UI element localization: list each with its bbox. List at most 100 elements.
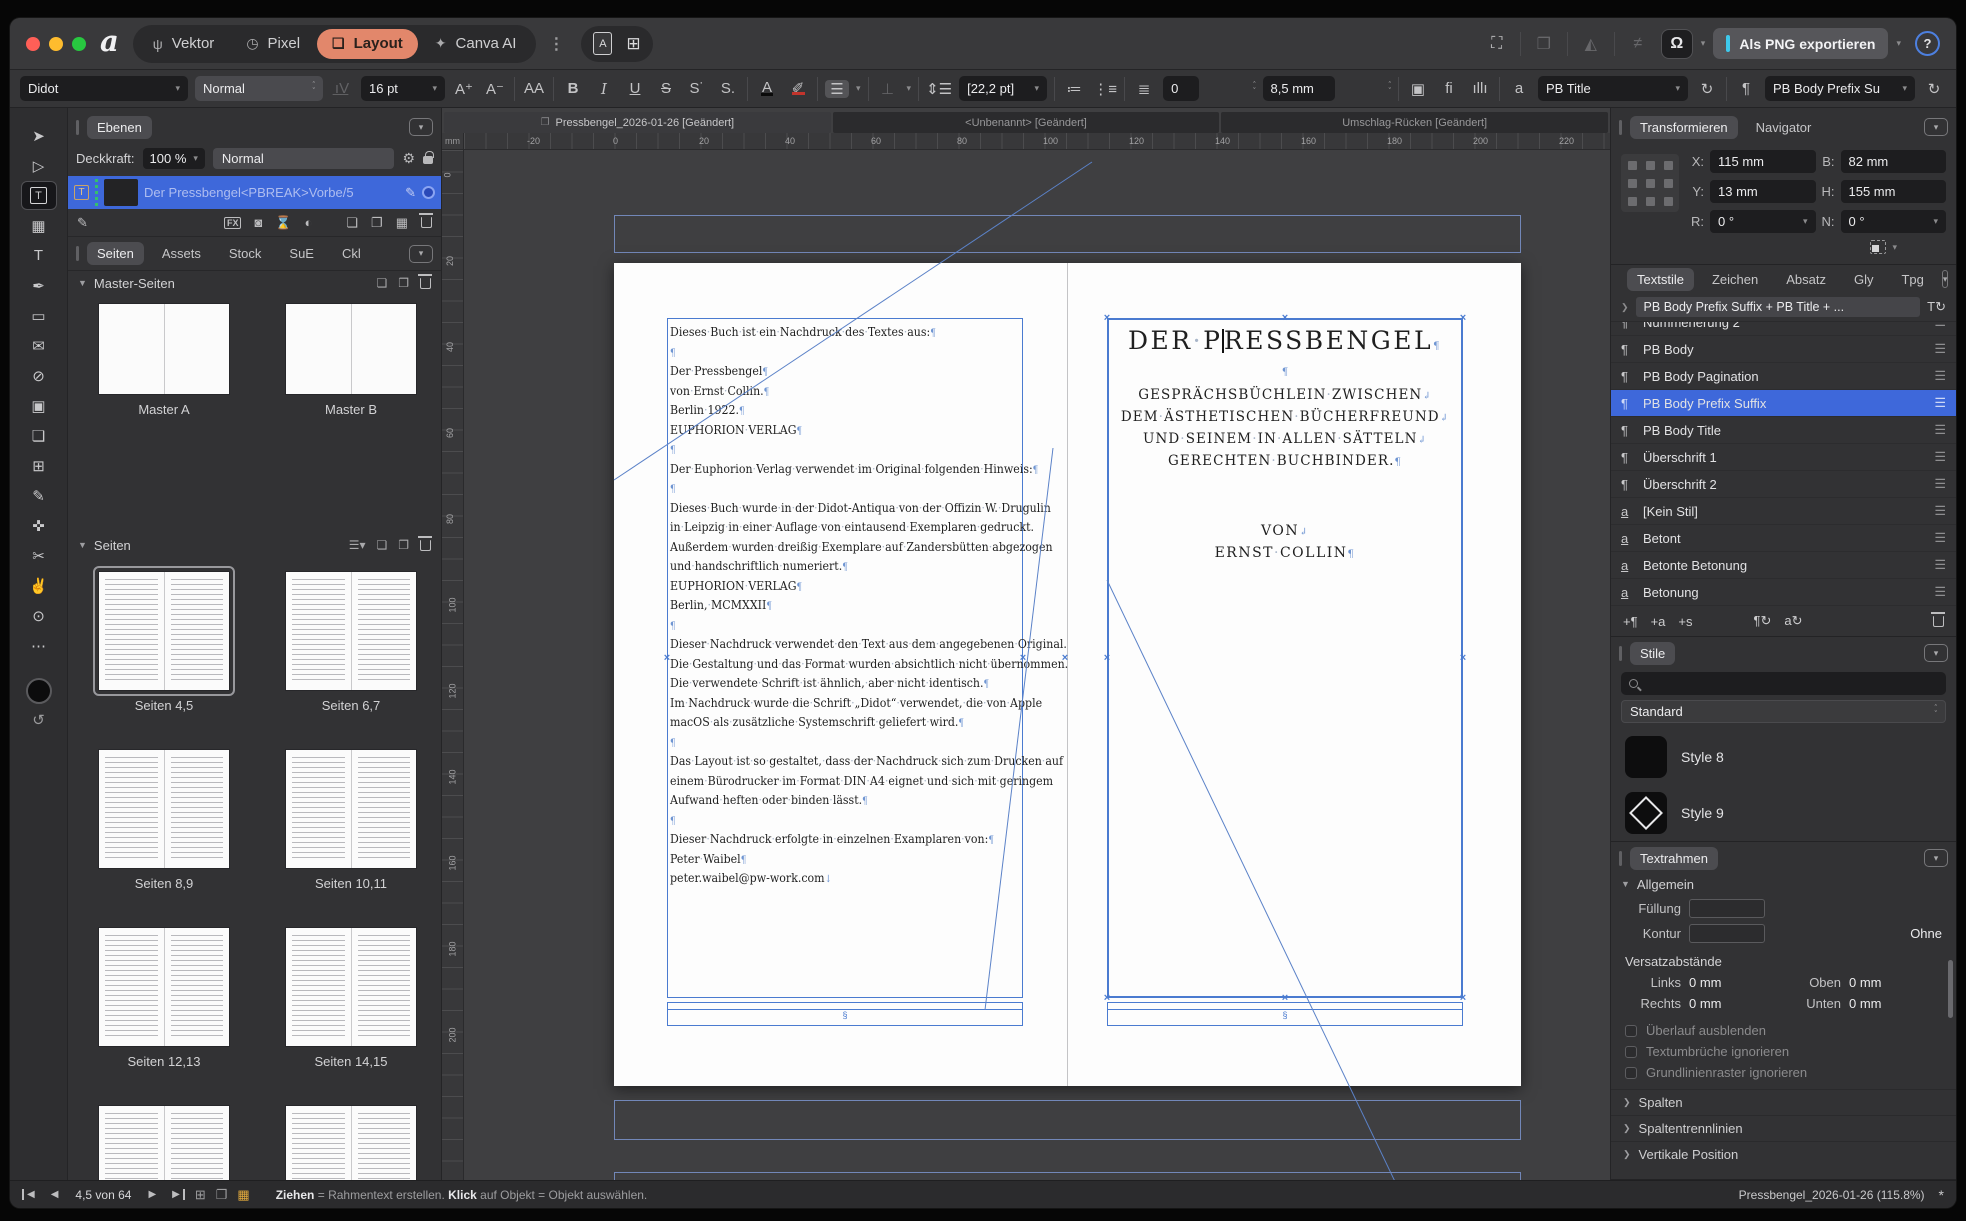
- more-tools[interactable]: ⋯: [22, 632, 56, 659]
- width-input[interactable]: 82 mm: [1841, 150, 1947, 173]
- table-tool[interactable]: ▦: [22, 212, 56, 239]
- histogram-icon[interactable]: ıllı: [1468, 80, 1492, 97]
- style-row-betont[interactable]: aBetont☰: [1611, 525, 1956, 552]
- style-row-pb-body-prefix-suffix[interactable]: ¶PB Body Prefix Suffix☰: [1611, 390, 1956, 417]
- document-tab[interactable]: Umschlag-Rücken [Geändert]: [1221, 112, 1608, 133]
- decrease-size-icon[interactable]: A⁻: [483, 80, 507, 98]
- style-row-menu-icon[interactable]: ☰: [1934, 584, 1946, 600]
- spread-view-icon[interactable]: ⊞: [195, 1187, 206, 1203]
- grid-view-icon[interactable]: ⊞: [626, 34, 640, 54]
- panel-tab-ckl[interactable]: Ckl: [332, 242, 371, 265]
- inset-input-unten[interactable]: 0 mm: [1849, 996, 1909, 1011]
- pin-tool[interactable]: ✜: [22, 512, 56, 539]
- document-tab[interactable]: <Unbenannt> [Geändert]: [833, 112, 1220, 133]
- style-row-überschrift-1[interactable]: ¶Überschrift 1☰: [1611, 444, 1956, 471]
- style-row-menu-icon[interactable]: ☰: [1934, 557, 1946, 573]
- persona-tab-canva-ai[interactable]: ✦Canva AI: [420, 29, 532, 59]
- style-row-überschrift-2[interactable]: ¶Überschrift 2☰: [1611, 471, 1956, 498]
- panel-tab-assets[interactable]: Assets: [152, 242, 211, 265]
- view-hand-tool[interactable]: ✌: [22, 572, 56, 599]
- strikethrough-icon[interactable]: S: [654, 80, 678, 97]
- page-thumb-Seiten 8,9[interactable]: Seiten 8,9: [98, 749, 230, 891]
- bullet-list-icon[interactable]: ≔: [1062, 80, 1086, 98]
- text-frame-panel-options-icon[interactable]: ▾: [1924, 849, 1948, 867]
- text-styles-tab-textstile[interactable]: Textstile: [1627, 268, 1694, 291]
- gutter-input[interactable]: 8,5 mm: [1263, 76, 1335, 101]
- left-page-text[interactable]: Dieses·Buch·ist·ein·Nachdruck·des·Textes…: [670, 322, 1024, 888]
- page-thumb-Seiten 14,15[interactable]: Seiten 14,15: [285, 927, 417, 1069]
- new-layer-icon[interactable]: ❏: [346, 215, 358, 231]
- delete-style-icon[interactable]: [1933, 616, 1944, 627]
- checkbox[interactable]: [1625, 1046, 1637, 1058]
- increase-size-icon[interactable]: A⁺: [452, 80, 476, 98]
- page-thumb-partial-7[interactable]: [285, 1105, 417, 1180]
- page-indicator[interactable]: 4,5 von 64: [75, 1188, 131, 1202]
- anchor-point-icon[interactable]: [1870, 240, 1886, 254]
- right-page-text[interactable]: DER·PRESSBENGEL¶ ¶ GESPRÄCHSBÜCHLEIN·ZWI…: [1107, 326, 1463, 564]
- height-input[interactable]: 155 mm: [1841, 180, 1947, 203]
- frame-handle[interactable]: ×: [1460, 994, 1466, 1002]
- frame-text-tool[interactable]: T: [22, 182, 56, 209]
- opacity-select[interactable]: 100 %▾: [143, 148, 205, 169]
- inset-input-links[interactable]: 0 mm: [1689, 975, 1749, 990]
- knife-tool[interactable]: ✂: [22, 542, 56, 569]
- last-page-button[interactable]: ▶: [169, 1189, 185, 1200]
- persona-tab-pixel[interactable]: ◷Pixel: [231, 29, 315, 59]
- zoom-tool[interactable]: ⊙: [22, 602, 56, 629]
- document-zoom-indicator[interactable]: Pressbengel_2026-01-26 (115.8%): [1739, 1188, 1925, 1202]
- snapping-chevron-icon[interactable]: ▾: [1701, 38, 1706, 49]
- cycle-colours-icon[interactable]: ↺: [32, 711, 45, 729]
- master-thumb-1[interactable]: Master A: [98, 303, 230, 417]
- pages-tool[interactable]: ❏: [22, 422, 56, 449]
- fill-colour-well[interactable]: [26, 678, 52, 704]
- highlighter-icon[interactable]: ✐: [786, 83, 810, 95]
- pages-panel-options-icon[interactable]: ▾: [409, 245, 433, 263]
- section-vertikale-position[interactable]: ❯Vertikale Position: [1611, 1141, 1956, 1167]
- move-tool[interactable]: ➤: [22, 122, 56, 149]
- transform-tab[interactable]: Transformieren: [1630, 116, 1738, 139]
- next-page-button[interactable]: ▶: [145, 1189, 159, 1200]
- paragraph-style-reset-icon[interactable]: ↻: [1922, 80, 1946, 98]
- text-frame-icon[interactable]: ▣: [1406, 80, 1430, 98]
- frame-handle[interactable]: ×: [1062, 654, 1068, 662]
- node-tool[interactable]: ▷: [22, 152, 56, 179]
- page-thumb-Seiten 12,13[interactable]: Seiten 12,13: [98, 927, 230, 1069]
- style-row-menu-icon[interactable]: ☰: [1934, 449, 1946, 465]
- delete-master-icon[interactable]: [420, 278, 431, 289]
- checkbox[interactable]: [1625, 1067, 1637, 1079]
- snapping-magnet-button[interactable]: Ω: [1661, 29, 1693, 59]
- layer-edit-icon[interactable]: ✎: [405, 185, 416, 201]
- stroke-value[interactable]: Ohne: [1910, 926, 1942, 941]
- style-row-pb-body-pagination[interactable]: ¶PB Body Pagination☰: [1611, 363, 1956, 390]
- add-master-icon[interactable]: ❏: [376, 276, 387, 290]
- style-row-menu-icon[interactable]: ☰: [1934, 395, 1946, 411]
- reapply-character-style-icon[interactable]: a↻: [1784, 613, 1802, 629]
- character-style-select[interactable]: PB Title▾: [1538, 76, 1688, 101]
- columns-input[interactable]: 0: [1163, 76, 1199, 101]
- duplicate-master-icon[interactable]: ❐: [398, 276, 409, 290]
- master-thumb-2[interactable]: Master B: [285, 303, 417, 417]
- hourglass-icon[interactable]: ⌛: [275, 215, 291, 231]
- style-item-style-8[interactable]: Style 8: [1611, 729, 1956, 785]
- capitals-icon[interactable]: AA: [522, 80, 546, 97]
- font-size-select[interactable]: 16 pt▾: [361, 76, 445, 101]
- ligatures-icon[interactable]: fi: [1437, 80, 1461, 97]
- add-page-icon[interactable]: ❏: [376, 538, 387, 552]
- previous-page-button[interactable]: ◀: [48, 1189, 62, 1200]
- font-colour-icon[interactable]: A: [755, 82, 779, 96]
- inset-input-oben[interactable]: 0 mm: [1849, 975, 1909, 990]
- paragraph-style-select[interactable]: PB Body Prefix Su▾: [1765, 76, 1915, 101]
- persona-tab-vektor[interactable]: ψVektor: [138, 29, 230, 59]
- style-row--kein-stil-[interactable]: a[Kein Stil]☰: [1611, 498, 1956, 525]
- typography-icon[interactable]: ı̲V̲: [330, 80, 354, 97]
- superscript-icon[interactable]: S˙: [685, 80, 709, 97]
- text-styles-options-icon[interactable]: ▾: [1942, 270, 1949, 288]
- breadcrumb-chevron-icon[interactable]: ❯: [1621, 302, 1629, 313]
- layers-panel-options-icon[interactable]: ▾: [409, 118, 433, 136]
- layer-fx-icon[interactable]: FX: [224, 217, 242, 229]
- frame-handle[interactable]: ×: [1460, 654, 1466, 662]
- frame-handle[interactable]: ×: [1104, 994, 1110, 1002]
- picture-frame-tool[interactable]: ✉: [22, 332, 56, 359]
- pasteboard[interactable]: § § Dieses·Buch·ist·ein·Nachdruck·des·Te…: [464, 150, 1610, 1180]
- master-pages-section-header[interactable]: ▼Master-Seiten ❏ ❐: [68, 271, 441, 295]
